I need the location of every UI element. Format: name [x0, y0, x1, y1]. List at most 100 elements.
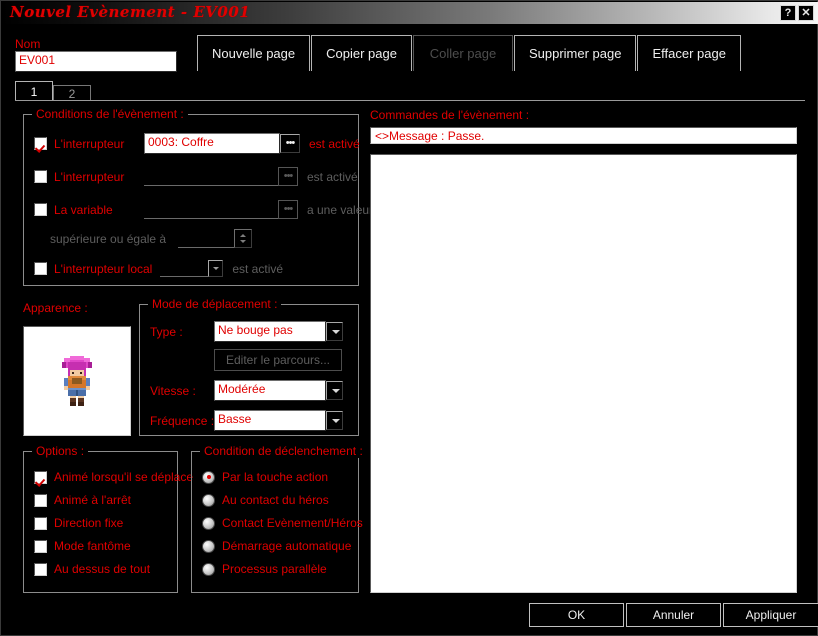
new-page-button[interactable]: Nouvelle page: [197, 35, 311, 71]
page-tab-divider: [15, 100, 805, 101]
option-item-ghost-mode[interactable]: Mode fantôme: [34, 539, 131, 553]
condition-variable-field: [144, 200, 278, 219]
trigger-parallel-radio[interactable]: [202, 562, 215, 576]
trigger-action-key-label: Par la touche action: [222, 470, 329, 484]
trigger-hero-touch-radio[interactable]: [202, 493, 215, 507]
condition-switch-2-suffix: est activé: [307, 169, 358, 184]
movement-title: Mode de déplacement :: [148, 297, 282, 311]
trigger-autorun-label: Démarrage automatique: [222, 539, 352, 553]
option-animate-idle-label: Animé à l'arrêt: [54, 493, 131, 507]
page-tab-2[interactable]: 2: [53, 85, 91, 101]
condition-switch-2-checkbox[interactable]: [34, 170, 47, 183]
cancel-button[interactable]: Annuler: [626, 603, 721, 627]
trigger-event-touch-label: Contact Evènement/Héros: [222, 516, 363, 530]
condition-switch-1-suffix: est activé: [309, 136, 360, 151]
name-input[interactable]: EV001: [16, 52, 176, 71]
option-item-animate-idle[interactable]: Animé à l'arrêt: [34, 493, 131, 507]
conditions-title: Conditions de l'évènement :: [32, 107, 188, 121]
options-title: Options :: [32, 444, 89, 458]
movement-speed-value[interactable]: Modérée: [215, 381, 325, 400]
appearance-preview[interactable]: [23, 326, 131, 436]
name-label: Nom: [15, 37, 41, 51]
condition-variable-number-field: [178, 229, 235, 248]
movement-frequency-value[interactable]: Basse: [215, 411, 325, 430]
trigger-hero-touch-label: Au contact du héros: [222, 493, 329, 507]
condition-variable-operator-label: supérieure ou égale à: [50, 231, 167, 246]
commands-title: Commandes de l'évènement :: [370, 108, 530, 122]
movement-speed-row: Vitesse : Modérée: [150, 380, 343, 401]
ok-button[interactable]: OK: [529, 603, 624, 627]
condition-row-switch-1: L'interrupteur 0003: Coffre ••• est acti…: [34, 133, 360, 154]
option-above-all-checkbox[interactable]: [34, 562, 47, 576]
apply-button[interactable]: Appliquer: [723, 603, 818, 627]
movement-route-button: Editer le parcours...: [214, 349, 342, 371]
condition-switch-1-field-wrap: 0003: Coffre: [144, 133, 280, 154]
trigger-item-event-touch[interactable]: Contact Evènement/Héros: [202, 516, 363, 530]
delete-page-button[interactable]: Supprimer page: [513, 35, 637, 71]
condition-switch-2-browse-button: •••: [278, 167, 298, 186]
option-animate-idle-checkbox[interactable]: [34, 493, 47, 507]
condition-switch-2-field: [144, 167, 278, 186]
command-line-selected[interactable]: <>Message : Passe.: [370, 127, 797, 144]
appearance-title: Apparence :: [23, 301, 88, 315]
trigger-item-hero-touch[interactable]: Au contact du héros: [202, 493, 329, 507]
movement-type-value[interactable]: Ne bouge pas: [215, 322, 325, 341]
condition-local-switch-dropdown-icon: [208, 260, 224, 277]
movement-group: Mode de déplacement : Type : Ne bouge pa…: [139, 297, 359, 436]
condition-row-variable: La variable ••• a une valeur: [34, 200, 373, 219]
paste-page-button: Coller page: [412, 35, 513, 71]
condition-local-switch-checkbox[interactable]: [34, 262, 47, 275]
movement-speed-label: Vitesse :: [150, 383, 196, 398]
trigger-parallel-label: Processus parallèle: [222, 562, 327, 576]
movement-type-dropdown-icon[interactable]: [326, 322, 343, 341]
movement-frequency-label: Fréquence :: [150, 413, 215, 428]
condition-variable-spinner: [234, 229, 253, 248]
condition-switch-1-checkbox[interactable]: [34, 137, 47, 150]
movement-frequency-dropdown-icon[interactable]: [326, 411, 343, 430]
trigger-group: Condition de déclenchement : Par la touc…: [191, 444, 367, 593]
option-fixed-direction-checkbox[interactable]: [34, 516, 47, 530]
option-ghost-mode-checkbox[interactable]: [34, 539, 47, 553]
option-above-all-label: Au dessus de tout: [54, 562, 151, 576]
trigger-item-autorun[interactable]: Démarrage automatique: [202, 539, 351, 553]
movement-type-label: Type :: [150, 324, 183, 339]
condition-variable-suffix: a une valeur: [307, 202, 374, 217]
condition-row-switch-2: L'interrupteur ••• est activé: [34, 167, 358, 186]
condition-switch-1-value[interactable]: 0003: Coffre: [145, 134, 279, 153]
trigger-event-touch-radio[interactable]: [202, 516, 215, 530]
condition-variable-checkbox[interactable]: [34, 203, 47, 216]
condition-variable-label: La variable: [54, 202, 113, 217]
name-input-wrap: EV001: [15, 51, 177, 72]
trigger-item-parallel[interactable]: Processus parallèle: [202, 562, 327, 576]
trigger-autorun-radio[interactable]: [202, 539, 215, 553]
option-ghost-mode-label: Mode fantôme: [54, 539, 131, 553]
condition-variable-operator-row: supérieure ou égale à: [50, 229, 253, 248]
option-animate-move-checkbox[interactable]: [34, 470, 47, 484]
option-item-animate-move[interactable]: Animé lorsqu'il se déplace: [34, 470, 193, 484]
trigger-item-action-key[interactable]: Par la touche action: [202, 470, 328, 484]
options-group: Options : Animé lorsqu'il se déplace Ani…: [23, 444, 193, 593]
movement-route-button-label: Editer le parcours...: [225, 353, 331, 367]
condition-switch-1-browse-button[interactable]: •••: [280, 134, 300, 153]
title-bar-buttons: ? ✕: [780, 5, 814, 21]
help-button[interactable]: ?: [780, 5, 796, 21]
movement-speed-dropdown-icon[interactable]: [326, 381, 343, 400]
condition-local-switch-suffix: est activé: [232, 261, 284, 276]
option-animate-move-label: Animé lorsqu'il se déplace: [54, 470, 194, 484]
clear-page-button[interactable]: Effacer page: [637, 35, 741, 71]
command-list-panel[interactable]: [370, 154, 797, 593]
movement-frequency-field-wrap: Basse: [214, 410, 326, 431]
copy-page-button[interactable]: Copier page: [311, 35, 412, 71]
dialog-button-row: OK Annuler Appliquer: [529, 603, 818, 627]
close-button[interactable]: ✕: [798, 5, 814, 21]
option-item-fixed-direction[interactable]: Direction fixe: [34, 516, 123, 530]
trigger-action-key-radio[interactable]: [202, 470, 215, 484]
condition-variable-browse-button: •••: [278, 200, 298, 219]
page-action-toolbar: Nouvelle page Copier page Coller page Su…: [197, 35, 742, 73]
option-item-above-all[interactable]: Au dessus de tout: [34, 562, 150, 576]
condition-local-switch-label: L'interrupteur local: [54, 261, 153, 276]
page-tab-1[interactable]: 1: [15, 81, 53, 101]
event-editor-window: Nouvel Evènement - EV001 ? ✕ Nom EV001 N…: [0, 0, 818, 636]
movement-type-row: Type : Ne bouge pas: [150, 321, 343, 342]
character-sprite: [62, 356, 92, 406]
